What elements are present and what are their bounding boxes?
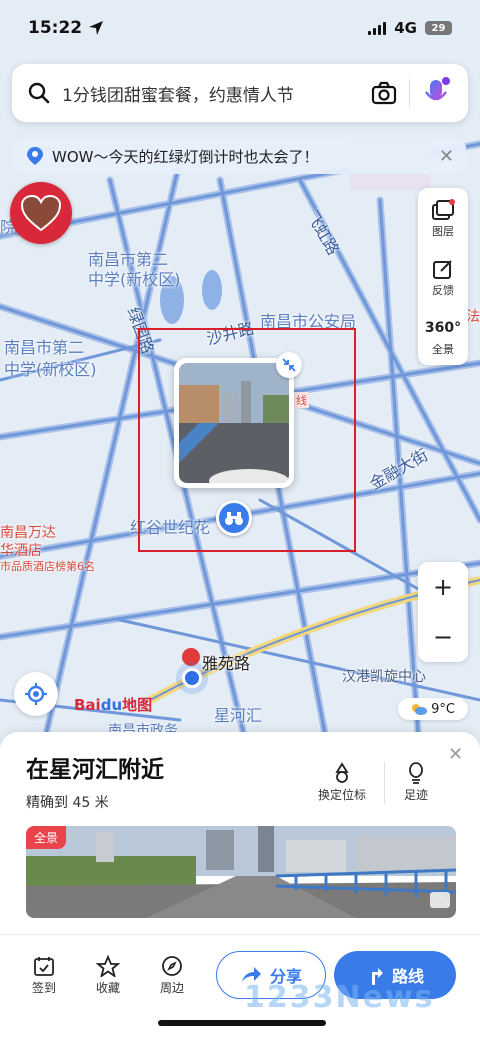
panorama-preview-card[interactable] [174, 358, 294, 488]
network-type: 4G [394, 19, 417, 37]
locate-me-button[interactable] [14, 672, 58, 716]
weather-widget[interactable]: 9°C [398, 698, 468, 720]
watermark: 1233News [244, 980, 435, 1015]
map-label-school-2-sub: 中学(新校区) [4, 360, 97, 379]
weather-icon [412, 704, 428, 715]
panorama-badge: 全景 [26, 826, 67, 849]
voice-assistant-icon[interactable] [422, 76, 452, 110]
search-divider [409, 79, 410, 107]
sheet-close-button[interactable]: ✕ [448, 744, 463, 765]
nav-nearby[interactable]: 周边 [150, 953, 194, 996]
street-view-photo[interactable]: 全景 [26, 826, 456, 918]
search-icon [28, 82, 50, 104]
checkin-icon [34, 957, 54, 976]
zoom-in-button[interactable]: + [418, 562, 468, 612]
nav-checkin-label: 签到 [31, 981, 56, 995]
panorama-360-badge: 360° [424, 319, 462, 336]
logo-part-a: Bai [74, 696, 101, 714]
collapse-icon[interactable] [276, 352, 302, 378]
footprint-label: 足迹 [403, 788, 428, 802]
footprint-button[interactable]: 足迹 [386, 760, 446, 803]
tool-feedback-label: 反馈 [432, 283, 454, 297]
search-input[interactable]: 1分钱团甜蜜套餐，约惠情人节 [62, 81, 371, 106]
feedback-icon [433, 259, 452, 279]
map-tools-panel: 图层 反馈 360° 全景 [418, 188, 468, 365]
zoom-control: + − [418, 562, 468, 662]
tool-panorama[interactable]: 360° 全景 [418, 306, 468, 365]
notice-text: WOW～今天的红绿灯倒计时也太会了！ [52, 147, 319, 166]
tool-feedback[interactable]: 反馈 [418, 247, 468, 306]
weather-temp: 9°C [431, 701, 455, 717]
nav-favorites-label: 收藏 [95, 981, 120, 995]
change-marker-button[interactable]: 换定位标 [312, 760, 372, 803]
sheet-title: 在星河汇附近 [26, 757, 164, 783]
layers-icon [432, 198, 455, 220]
logo-part-b: du [100, 696, 123, 714]
search-bar[interactable]: 1分钱团甜蜜套餐，约惠情人节 [12, 64, 468, 122]
battery-icon: 29 [425, 21, 452, 35]
status-bar: 15:22 4G 29 [0, 0, 480, 56]
battery-level: 29 [431, 22, 446, 34]
nav-nearby-label: 周边 [159, 981, 184, 995]
nav-checkin[interactable]: 签到 [22, 953, 66, 996]
star-icon [96, 955, 120, 977]
map-label-hotel-rank: 市品质酒店榜第6名 [0, 560, 95, 573]
nav-favorites[interactable]: 收藏 [86, 953, 130, 996]
sheet-action-divider [384, 762, 385, 804]
home-indicator [158, 1020, 326, 1026]
map-pin-icon [27, 147, 43, 165]
notice-banner[interactable]: WOW～今天的红绿灯倒计时也太会了！ ✕ [14, 138, 466, 174]
map-label-yayuan[interactable]: 雅苑路 [202, 650, 250, 674]
notice-close-button[interactable]: ✕ [439, 146, 454, 167]
panorama-360-icon: 360° [425, 315, 461, 341]
heart-icon [20, 194, 62, 232]
binoculars-icon[interactable] [216, 500, 252, 536]
tool-layers-label: 图层 [432, 224, 454, 238]
location-arrow-icon [89, 21, 104, 35]
map-label-school-2[interactable]: 南昌市第二 [4, 334, 84, 358]
compass-icon [162, 956, 182, 976]
map-label-wanda-hotel: 华酒店 [0, 543, 42, 559]
baidu-map-logo: Baidu地图 [74, 694, 152, 715]
map-label-wanda[interactable]: 南昌万达 [0, 522, 56, 542]
zoom-out-button[interactable]: − [418, 612, 468, 662]
camera-icon[interactable] [371, 81, 397, 105]
change-marker-label: 换定位标 [317, 788, 366, 802]
footprint-icon [409, 762, 423, 784]
current-location-dot [182, 668, 202, 688]
sheet-accuracy: 精确到 45 米 [26, 795, 109, 811]
status-time: 15:22 [28, 18, 83, 38]
map-label-fa: 法 [466, 309, 480, 325]
logo-part-c: 地图 [122, 696, 153, 714]
signal-icon [368, 21, 387, 35]
street-view-thumbnail [179, 363, 289, 483]
metro-station-icon[interactable] [182, 648, 200, 666]
promo-heart-avatar[interactable] [10, 182, 72, 244]
tool-panorama-label: 全景 [432, 342, 454, 356]
tool-layers[interactable]: 图层 [418, 188, 468, 247]
crosshair-icon [25, 683, 47, 705]
map-label-school-sub: 中学(新校区) [88, 270, 181, 289]
map-label-xinghehui[interactable]: 星河汇 [214, 702, 262, 726]
marker-icon [335, 762, 349, 783]
map-label-hangang[interactable]: 汉港凯旋中心 [342, 666, 426, 686]
